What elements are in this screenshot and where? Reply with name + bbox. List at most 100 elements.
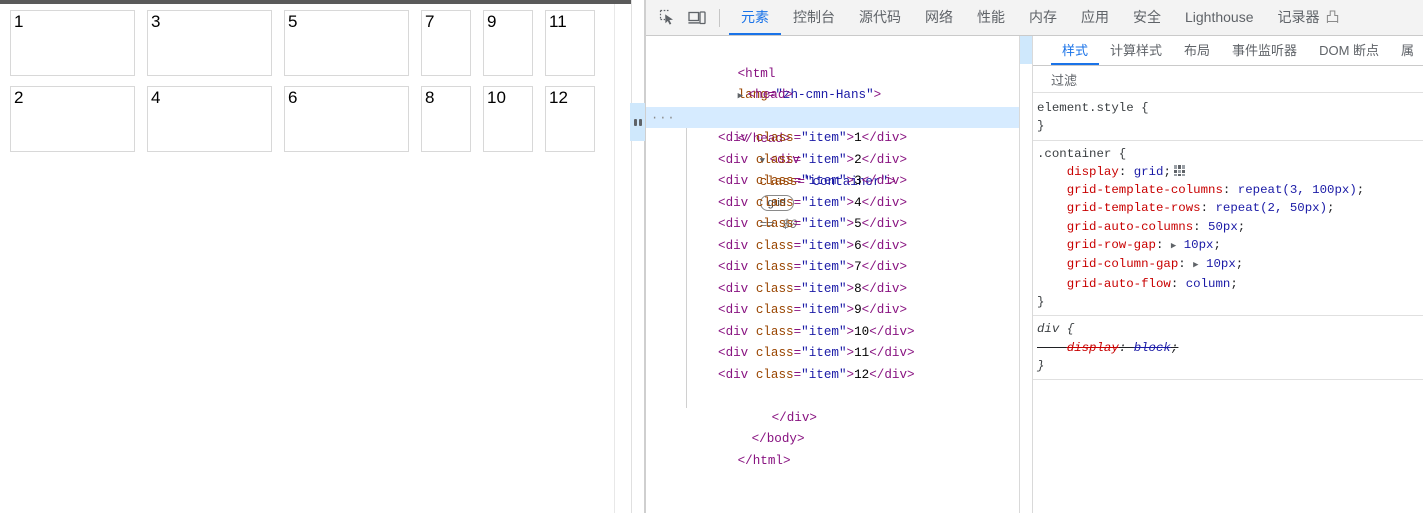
expand-shorthand-icon[interactable]: ▶ [1193,260,1198,270]
css-property: display [1066,340,1119,355]
dom-row-html[interactable]: <html lang="zh-cmn-Hans"> [646,42,1019,103]
dom-text-node: 5 [854,217,862,231]
tag-name-div-close: div [876,152,900,167]
devtools-tab-性能[interactable]: 性能 [965,0,1017,35]
css-selector[interactable]: div { [1037,320,1423,338]
dom-row-item[interactable]: <div class="item">3</div> [646,171,1019,193]
attr-value-item: "item" [801,174,847,188]
css-value: column [1185,276,1231,291]
dom-row-item[interactable]: <div class="item">10</div> [646,322,1019,344]
dom-row-body-close[interactable]: </body> [646,408,1019,446]
tag-name-div: div [725,303,749,317]
css-declaration[interactable]: display: block; [1037,339,1423,357]
css-declaration[interactable]: grid-template-rows: repeat(2, 50px); [1037,199,1423,217]
styles-tab-样式[interactable]: 样式 [1051,36,1100,65]
devtools-tab-元素[interactable]: 元素 [729,0,781,35]
panel-splitter[interactable] [630,0,645,513]
dom-row-item[interactable]: <div class="item">4</div> [646,193,1019,215]
tag-name-div: div [725,238,749,253]
devtools-tab-源代码[interactable]: 源代码 [847,0,913,35]
dom-row-item[interactable]: <div class="item">8</div> [646,279,1019,301]
dom-text-node: 11 [854,346,870,360]
grid-item: 12 [545,86,595,152]
dom-text-node: 1 [854,131,862,145]
dom-text-node: 4 [854,195,862,210]
css-value: 50px [1208,219,1238,234]
tab-label: 应用 [1081,8,1109,25]
tag-name-div-close: div [876,217,900,231]
tag-name-div-close: div [884,324,908,339]
devtools-body: <html lang="zh-cmn-Hans"> ▶<head> … </he… [646,36,1423,513]
dom-row-item[interactable]: <div class="item">12</div> [646,365,1019,387]
devtools-tab-应用[interactable]: 应用 [1069,0,1121,35]
css-value: block [1133,340,1171,355]
devtools-tab-内存[interactable]: 内存 [1017,0,1069,35]
expand-shorthand-icon[interactable]: ▶ [1171,241,1176,251]
dom-row-item[interactable]: <div class="item">11</div> [646,343,1019,365]
css-declaration[interactable]: grid-column-gap: ▶ 10px; [1037,255,1423,274]
tag-name-div-close: div [876,281,900,296]
dom-row-html-close[interactable]: </html> [646,429,1019,468]
tab-label: 网络 [925,8,953,25]
styles-tab-bar: 样式 计算样式 布局 事件监听器 DOM 断点属 [1033,36,1423,66]
page-scrollbar[interactable] [614,4,631,513]
css-declaration[interactable]: grid-template-columns: repeat(3, 100px); [1037,181,1423,199]
devtools-tab-记录器[interactable]: 记录器凸 [1266,0,1352,35]
css-rule[interactable]: element.style {} [1033,95,1423,141]
tab-label: 性能 [977,8,1005,25]
grid-item: 3 [147,10,272,76]
page-viewport: 1 2 3 4 5 6 7 8 9 10 11 12 [0,0,631,513]
styles-tab-DOM 断点[interactable]: DOM 断点 [1308,36,1390,65]
inspect-element-icon[interactable] [653,5,681,31]
splitter-drag-handle[interactable] [630,103,645,141]
dom-row-item[interactable]: <div class="item">6</div> [646,236,1019,258]
tab-label: 记录器 [1277,8,1320,25]
dom-text-node: 12 [854,367,870,382]
css-selector[interactable]: element.style { [1037,99,1423,117]
device-toolbar-icon[interactable] [683,5,711,31]
css-declaration[interactable]: display: grid; [1037,163,1423,181]
grid-item: 6 [284,86,409,152]
styles-filter-input[interactable]: 过滤 [1033,66,1423,93]
row-more-icon[interactable]: ··· [651,108,676,130]
devtools-tab-控制台[interactable]: 控制台 [781,0,847,35]
grid-item: 8 [421,86,471,152]
tag-name-div: div [725,152,749,167]
devtools-tab-安全[interactable]: 安全 [1121,0,1173,35]
devtools-tab-Lighthouse[interactable]: Lighthouse [1173,0,1266,35]
styles-tab-事件监听器[interactable]: 事件监听器 [1221,36,1308,65]
tag-name-div: div [725,131,749,145]
css-rule[interactable]: div { display: block;} [1033,316,1423,381]
dom-row-container-close[interactable]: </div> [646,386,1019,425]
dom-row-item[interactable]: <div class="item">2</div> [646,150,1019,172]
tag-name-div-close: div [876,131,900,145]
css-rule[interactable]: .container { display: grid; grid-templat… [1033,141,1423,317]
css-rule-close: } [1037,358,1045,373]
styles-tab-计算样式[interactable]: 计算样式 [1099,36,1173,65]
css-declaration[interactable]: grid-row-gap: ▶ 10px; [1037,236,1423,255]
devtools-tab-网络[interactable]: 网络 [913,0,965,35]
dom-item-rows: <div class="item">1</div> <div class="ite… [646,128,1019,386]
dom-row-item[interactable]: <div class="item">5</div> [646,214,1019,236]
css-selector[interactable]: .container { [1037,145,1423,163]
css-property: grid-template-columns [1066,183,1223,198]
css-property: grid-column-gap [1066,257,1179,272]
css-declaration[interactable]: grid-auto-flow: column; [1037,275,1423,293]
grid-item: 10 [483,86,533,152]
styles-tab-属[interactable]: 属 [1390,36,1423,65]
dom-text-node: 2 [854,152,862,167]
tag-name-div: div [725,217,749,231]
dom-row-body[interactable]: ▼<body> [646,85,1019,124]
tab-label: 内存 [1029,8,1057,25]
dom-row-container-selected[interactable]: ··· ▼ <div class="container"> grid == $0 [646,106,1019,232]
dom-row-item[interactable]: <div class="item">9</div> [646,300,1019,322]
dom-row-item[interactable]: <div class="item">1</div> [646,128,1019,150]
css-declaration[interactable]: grid-auto-columns: 50px; [1037,218,1423,236]
grid-item: 9 [483,10,533,76]
dom-row-head[interactable]: ▶<head> … </head> [646,64,1019,146]
dom-text-node: 9 [854,303,862,317]
dom-tree-panel[interactable]: <html lang="zh-cmn-Hans"> ▶<head> … </he… [646,36,1019,513]
grid-editor-icon[interactable] [1173,164,1185,176]
dom-row-item[interactable]: <div class="item">7</div> [646,257,1019,279]
styles-tab-布局[interactable]: 布局 [1173,36,1221,65]
